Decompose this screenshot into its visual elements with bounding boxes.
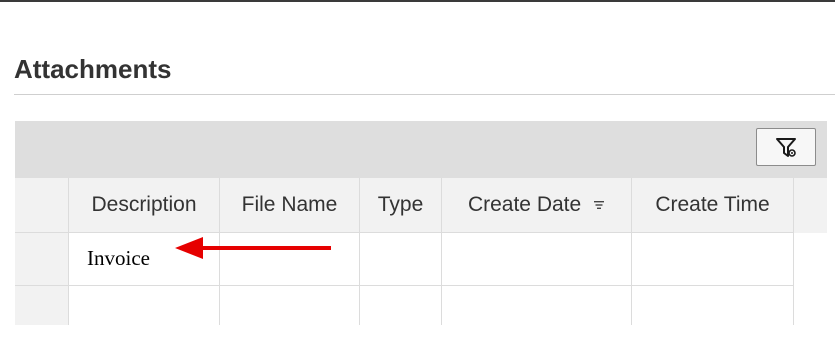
sort-descending-icon [594, 201, 605, 210]
table-header-row: Description File Name Type Create Date C… [15, 178, 827, 233]
select-all-cell[interactable] [15, 178, 69, 233]
cell-create-time[interactable] [632, 233, 794, 286]
column-header-label: Create Date [467, 193, 582, 216]
column-header-description[interactable]: Description [69, 178, 220, 233]
column-header-label: Create Time [655, 193, 770, 216]
filter-settings-icon [776, 138, 796, 157]
column-header-create-date[interactable]: Create Date [442, 178, 632, 233]
table-toolbar [15, 121, 827, 178]
cell-type[interactable] [360, 233, 442, 286]
title-divider [14, 94, 835, 95]
attachments-table: Description File Name Type Create Date C… [15, 121, 827, 346]
column-header-type[interactable]: Type [360, 178, 442, 233]
column-header-file-name[interactable]: File Name [220, 178, 360, 233]
column-header-label: Description [91, 193, 197, 216]
row-selector[interactable] [15, 233, 69, 286]
description-value: Invoice [87, 246, 150, 270]
column-header-label: File Name [241, 193, 338, 216]
window-top-border [0, 0, 835, 2]
column-header-create-time[interactable]: Create Time [632, 178, 794, 233]
red-arrow-left-icon [175, 237, 331, 259]
page-bottom [0, 325, 835, 360]
filter-button[interactable] [756, 128, 816, 166]
section-title: Attachments [14, 54, 172, 84]
cell-create-date[interactable] [442, 233, 632, 286]
column-header-label: Type [377, 193, 424, 216]
